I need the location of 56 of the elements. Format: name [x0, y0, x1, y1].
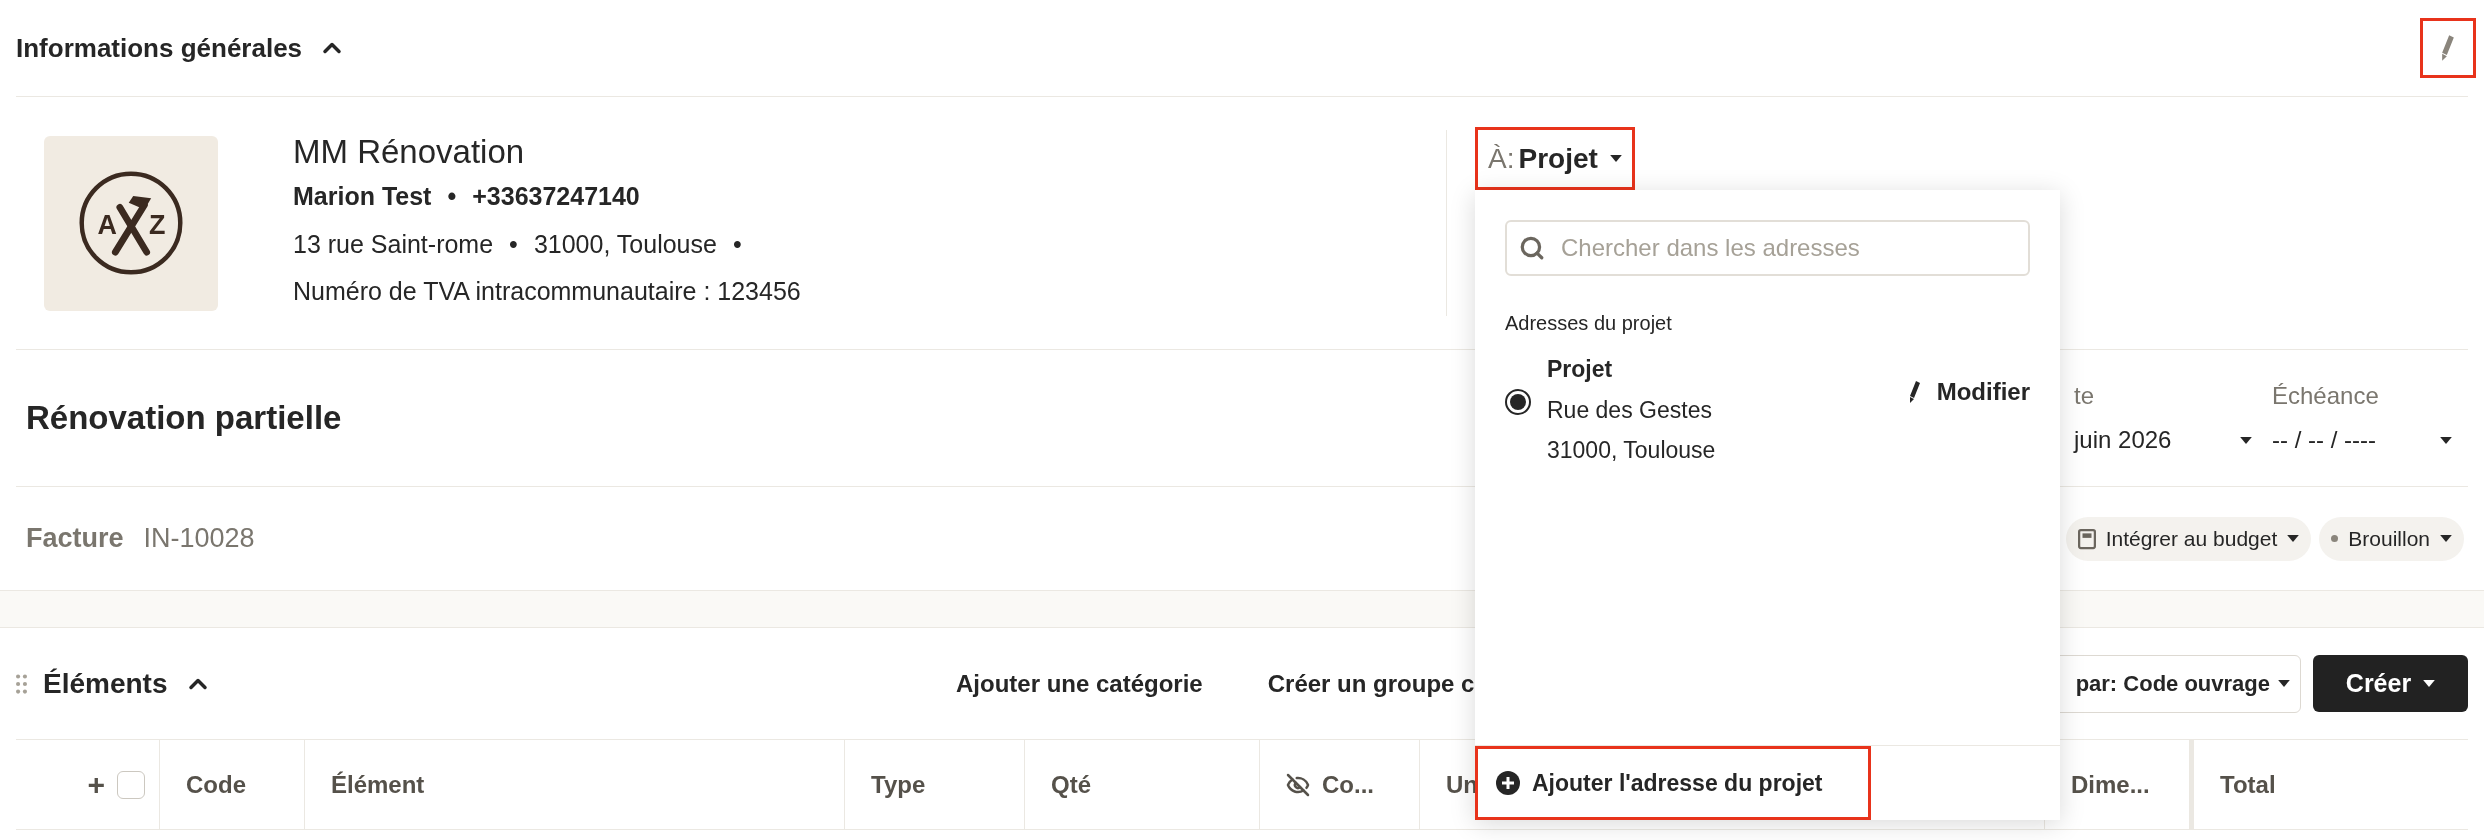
calculator-icon: [2077, 527, 2096, 550]
group-label: Adresses du projet: [1505, 311, 1672, 336]
status-dropdown[interactable]: Brouillon: [2319, 516, 2464, 561]
company-name: MM Rénovation: [293, 135, 526, 169]
eye-off-icon: [1286, 772, 1310, 797]
column-header[interactable]: Code: [160, 740, 305, 829]
add-row-button[interactable]: +: [87, 762, 105, 807]
address-line: Rue des Gestes: [1547, 395, 1713, 425]
date-label: te: [2074, 381, 2095, 411]
separator-dot: •: [732, 228, 742, 260]
street-address: 13 rue Saint-rome: [293, 228, 494, 260]
caret-icon: [2240, 436, 2252, 444]
pencil-icon: [2441, 34, 2455, 62]
separator-dot: •: [447, 181, 457, 213]
date-label: Échéance: [2272, 381, 2380, 411]
caret-icon: [2440, 436, 2452, 444]
city-address: 31000, Toulouse: [533, 228, 717, 260]
action-link[interactable]: Créer un groupe c: [1267, 665, 1475, 702]
column-header[interactable]: Total: [2190, 740, 2468, 829]
address-name: Projet: [1547, 355, 1614, 384]
column-header[interactable]: Co...: [1260, 740, 1420, 829]
separator-dot: •: [509, 228, 518, 260]
caret-icon: [2278, 680, 2290, 687]
caret-icon: [2440, 535, 2452, 542]
caret-icon: [2287, 535, 2300, 542]
section-title: Informations générales: [16, 31, 303, 65]
column-header[interactable]: Type: [845, 740, 1025, 829]
date-picker[interactable]: -- / -- / ----: [2272, 422, 2452, 458]
company-logo: A Z: [44, 135, 218, 311]
document-type: Facture: [26, 522, 124, 556]
date-picker[interactable]: juin 2026: [2074, 422, 2252, 458]
edit-button[interactable]: [2420, 18, 2476, 78]
column-header[interactable]: Qté: [1025, 740, 1260, 829]
section-title: Éléments: [43, 666, 168, 701]
search-field[interactable]: Chercher dans les adresses: [1505, 220, 2030, 276]
recipient-dropdown[interactable]: À:Projet: [1475, 127, 1635, 190]
project-title: Rénovation partielle: [25, 398, 342, 439]
document-number: IN-10028: [143, 522, 255, 556]
budget-dropdown[interactable]: Intégrer au budget: [2065, 516, 2312, 561]
contact-name: Marion Test: [293, 181, 432, 213]
search-icon: [1519, 235, 1545, 261]
plus-circle-icon: [1496, 771, 1520, 795]
drag-handle-icon[interactable]: [16, 673, 27, 694]
pencil-icon: [1908, 379, 1921, 405]
add-address-button[interactable]: Ajouter l'adresse du projet: [1475, 746, 1871, 820]
address-line: 31000, Toulouse: [1547, 436, 1716, 465]
action-link[interactable]: Ajouter une catégorie: [956, 665, 1203, 702]
phone-number: +33637247140: [472, 181, 640, 213]
column-header[interactable]: Élément: [305, 740, 845, 829]
select-all-checkbox[interactable]: [117, 770, 145, 799]
edit-address-button[interactable]: Modifier: [1908, 374, 2030, 410]
address-radio[interactable]: [1505, 389, 1531, 415]
create-button[interactable]: Créer: [2313, 655, 2468, 712]
caret-icon: [1609, 155, 1622, 162]
caret-icon: [2423, 680, 2436, 687]
vat-number: Numéro de TVA intracommunautaire : 123456: [293, 276, 801, 308]
